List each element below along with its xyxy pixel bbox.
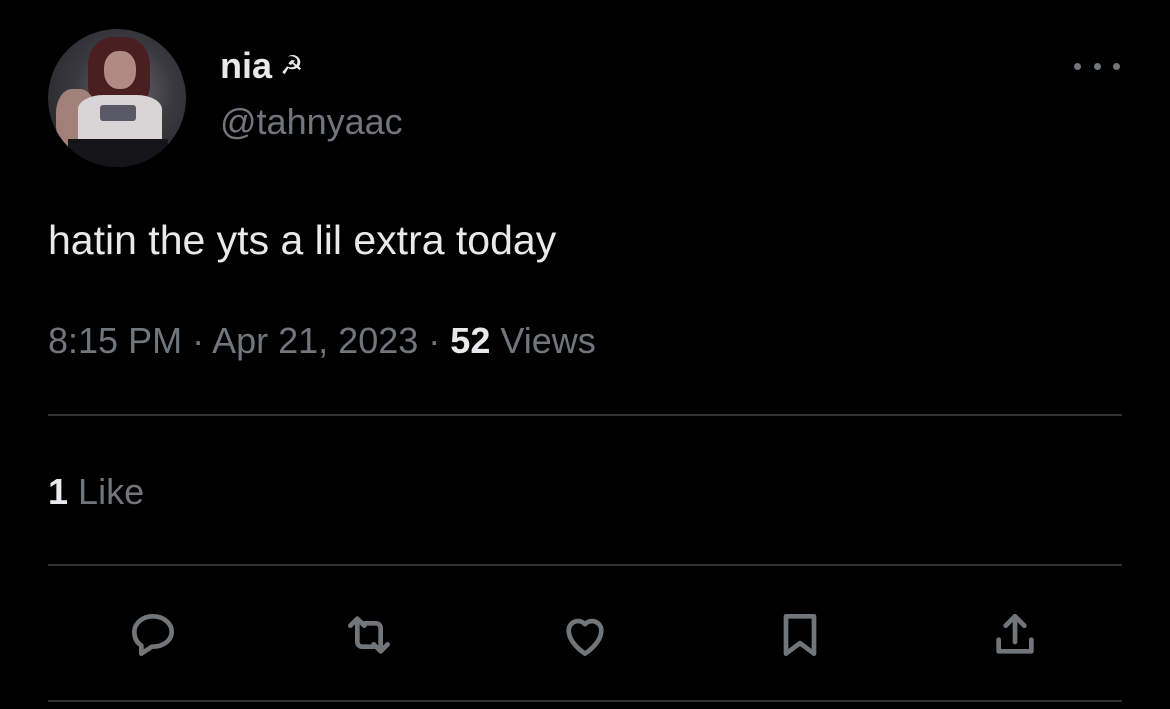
avatar-bottom bbox=[68, 139, 168, 167]
display-name[interactable]: nia bbox=[220, 44, 272, 88]
divider bbox=[48, 564, 1122, 566]
tweet-meta: 8:15 PM · Apr 21, 2023 · 52 Views bbox=[48, 316, 596, 366]
more-dot bbox=[1074, 62, 1081, 70]
action-bar bbox=[48, 600, 1122, 670]
divider bbox=[48, 700, 1122, 702]
more-dot bbox=[1113, 62, 1120, 70]
like-button[interactable] bbox=[550, 600, 620, 670]
divider bbox=[48, 414, 1122, 416]
retweet-icon bbox=[348, 616, 390, 654]
likes-label[interactable]: Like bbox=[78, 471, 144, 512]
avatar-face bbox=[104, 51, 136, 89]
likes-count[interactable]: 1 bbox=[48, 471, 68, 512]
views-label[interactable]: Views bbox=[500, 320, 595, 361]
user-handle[interactable]: @tahnyaac bbox=[220, 100, 403, 144]
bookmark-button[interactable] bbox=[765, 600, 835, 670]
share-button[interactable] bbox=[980, 600, 1050, 670]
avatar[interactable] bbox=[48, 29, 186, 167]
retweet-button[interactable] bbox=[334, 600, 404, 670]
tweet-date[interactable]: Apr 21, 2023 bbox=[212, 320, 418, 361]
views-count[interactable]: 52 bbox=[450, 320, 490, 361]
name-emoji: ☭ bbox=[280, 51, 304, 81]
reply-icon bbox=[132, 614, 175, 656]
more-dot bbox=[1093, 62, 1101, 70]
tweet-text: hatin the yts a lil extra today bbox=[48, 217, 557, 263]
avatar-shirt-print bbox=[100, 105, 136, 121]
meta-separator: · bbox=[428, 320, 441, 361]
more-options-icon[interactable] bbox=[1074, 54, 1120, 78]
meta-separator: · bbox=[192, 320, 205, 361]
share-icon bbox=[996, 614, 1034, 654]
likes-summary[interactable]: 1 Like bbox=[48, 468, 144, 516]
reply-button[interactable] bbox=[118, 600, 188, 670]
tweet-time[interactable]: 8:15 PM bbox=[48, 320, 182, 361]
like-icon bbox=[566, 618, 604, 656]
tweet-detail: nia ☭ @tahnyaac hatin the yts a lil extr… bbox=[0, 0, 1170, 709]
name-row[interactable]: nia ☭ bbox=[220, 44, 303, 88]
bookmark-icon bbox=[783, 614, 817, 656]
